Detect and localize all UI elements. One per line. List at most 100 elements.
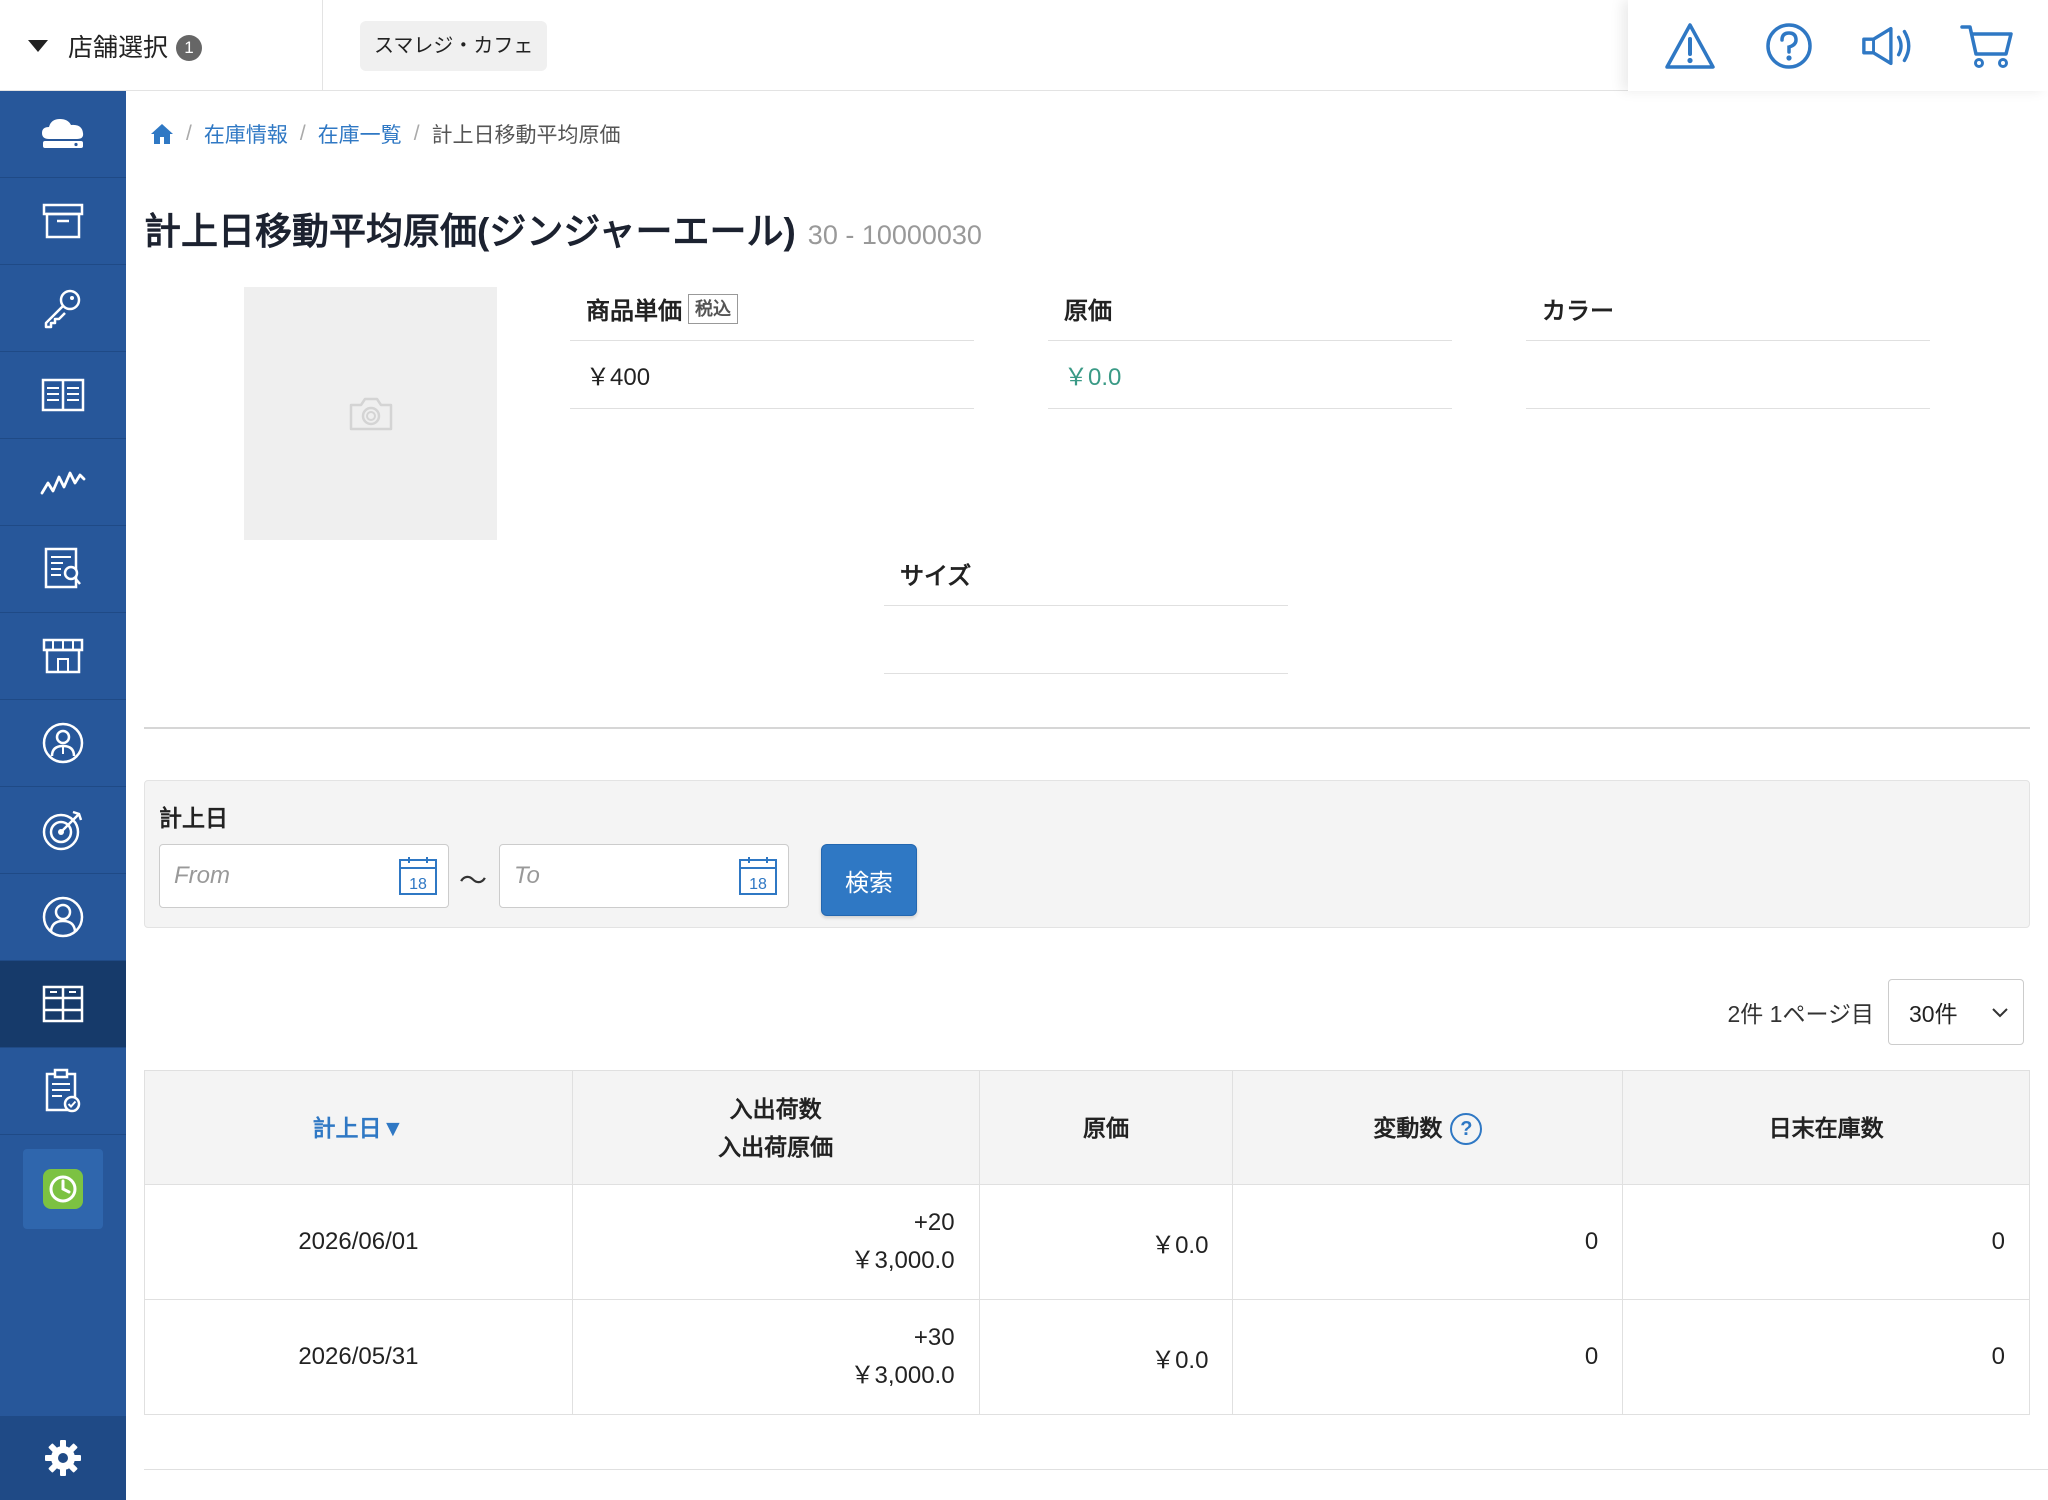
sidebar-item-clock[interactable] bbox=[0, 1135, 126, 1243]
help-icon[interactable] bbox=[1761, 18, 1817, 74]
search-button[interactable]: 検索 bbox=[821, 844, 917, 916]
sidebar-item-target[interactable] bbox=[0, 787, 126, 874]
warning-icon[interactable] bbox=[1662, 18, 1718, 74]
sidebar-item-report[interactable] bbox=[0, 526, 126, 613]
per-page-value: 30件 bbox=[1909, 1001, 1958, 1027]
chart-icon bbox=[40, 471, 86, 495]
cloud-icon bbox=[42, 119, 84, 148]
settings-button[interactable] bbox=[0, 1416, 126, 1500]
from-date-field[interactable]: From 18 bbox=[159, 844, 449, 908]
column-header-qty-line2: 入出荷原価 bbox=[718, 1133, 834, 1160]
breadcrumb-current: 計上日移動平均原価 bbox=[431, 124, 621, 147]
sidebar-item-customer[interactable] bbox=[0, 874, 126, 961]
attr-price-label: 商品単価 税込 bbox=[570, 277, 974, 341]
cell-change: 0 bbox=[1232, 1184, 1624, 1300]
cell-qty: +30 ￥3,000.0 bbox=[571, 1299, 980, 1415]
section-divider bbox=[144, 727, 2030, 729]
column-header-qty: 入出荷数 入出荷原価 bbox=[571, 1070, 980, 1185]
customer-icon bbox=[42, 896, 84, 938]
store-count-badge: 1 bbox=[176, 34, 203, 61]
breadcrumb: / 在庫情報 / 在庫一覧 / 計上日移動平均原価 bbox=[150, 119, 621, 149]
archive-icon bbox=[42, 203, 84, 239]
cell-change: 0 bbox=[1232, 1299, 1624, 1415]
filter-label: 計上日 bbox=[159, 805, 228, 831]
clock-button[interactable] bbox=[23, 1149, 103, 1229]
sidebar-item-key[interactable] bbox=[0, 265, 126, 352]
breadcrumb-separator: / bbox=[299, 122, 306, 145]
sidebar-nav bbox=[0, 91, 126, 1500]
attr-price: 商品単価 税込 ￥400 bbox=[570, 277, 974, 409]
price-value: ￥400 bbox=[570, 341, 974, 409]
cell-end-stock: 0 bbox=[1622, 1299, 2030, 1415]
per-page-select[interactable]: 30件 bbox=[1888, 979, 2024, 1045]
announcement-icon[interactable] bbox=[1860, 18, 1916, 74]
size-label: サイズ bbox=[884, 542, 1288, 606]
date-filter-panel: 計上日 From 18 ～ To 18 検索 bbox=[144, 780, 2030, 928]
cell-qty: +20 ￥3,000.0 bbox=[571, 1184, 980, 1300]
sidebar-item-cloud[interactable] bbox=[0, 91, 126, 178]
column-header-end-stock: 日末在庫数 bbox=[1622, 1070, 2030, 1185]
product-image-placeholder bbox=[244, 287, 497, 540]
sidebar-item-inventory[interactable] bbox=[0, 961, 126, 1048]
cost-label: 原価 bbox=[1048, 277, 1452, 341]
store-icon bbox=[42, 638, 84, 674]
cell-end-stock: 0 bbox=[1622, 1184, 2030, 1300]
cost-value: ￥0.0 bbox=[1048, 341, 1452, 409]
report-icon bbox=[44, 547, 81, 589]
top-bar: 店舗選択 1 スマレジ・カフェ bbox=[0, 0, 2048, 91]
calendar-icon[interactable]: 18 bbox=[738, 856, 778, 896]
page-title-text: 計上日移動平均原価(ジンジャーエール) bbox=[144, 211, 796, 252]
breadcrumb-link-stock-list[interactable]: 在庫一覧 bbox=[318, 119, 402, 149]
column-header-qty-line1: 入出荷数 bbox=[729, 1095, 822, 1122]
cell-date: 2026/06/01 bbox=[144, 1184, 573, 1300]
calendar-day-text: 18 bbox=[409, 876, 427, 893]
color-label: カラー bbox=[1526, 277, 1930, 341]
store-select-dropdown[interactable]: 店舗選択 1 bbox=[0, 0, 323, 91]
from-date-placeholder: From bbox=[174, 862, 230, 889]
sidebar-item-chart[interactable] bbox=[0, 439, 126, 526]
result-summary: 2件 1ページ目 bbox=[1727, 1001, 1874, 1027]
column-header-change: 変動数? bbox=[1232, 1070, 1624, 1185]
breadcrumb-link-stock-info[interactable]: 在庫情報 bbox=[204, 119, 288, 149]
to-date-field[interactable]: To 18 bbox=[499, 844, 789, 908]
color-value bbox=[1526, 341, 1930, 409]
breadcrumb-separator: / bbox=[186, 122, 192, 145]
store-select-label: 店舗選択 bbox=[68, 33, 169, 62]
column-header-change-label: 変動数 bbox=[1373, 1114, 1443, 1141]
cell-date: 2026/05/31 bbox=[144, 1299, 573, 1415]
attr-size: サイズ bbox=[884, 542, 1288, 674]
caret-down-icon bbox=[28, 39, 48, 52]
cell-cost: ￥0.0 bbox=[978, 1299, 1234, 1415]
cart-icon[interactable] bbox=[1959, 18, 2015, 74]
cell-cost: ￥0.0 bbox=[978, 1184, 1234, 1300]
key-icon bbox=[44, 289, 81, 329]
table-row: 2026/06/01 +20 ￥3,000.0 ￥0.0 0 0 bbox=[144, 1184, 2030, 1300]
footer-divider bbox=[144, 1469, 2048, 1470]
pager: 2件 1ページ目 30件 bbox=[1727, 979, 2024, 1045]
top-icon-group bbox=[1628, 0, 2048, 91]
calendar-icon[interactable]: 18 bbox=[398, 856, 438, 896]
column-header-cost: 原価 bbox=[978, 1070, 1234, 1185]
sidebar-item-store[interactable] bbox=[0, 613, 126, 700]
cost-history-table: 計上日▼ 入出荷数 入出荷原価 原価 変動数? 日末在庫数 2026/06/01… bbox=[144, 1070, 2030, 1415]
chevron-down-icon bbox=[1992, 1008, 2008, 1018]
sidebar-item-archive[interactable] bbox=[0, 178, 126, 265]
sidebar-item-staff[interactable] bbox=[0, 700, 126, 787]
inventory-icon bbox=[42, 985, 84, 1023]
breadcrumb-separator: / bbox=[413, 122, 420, 145]
cell-qty-count: +30 bbox=[913, 1324, 955, 1351]
question-icon[interactable]: ? bbox=[1450, 1113, 1483, 1146]
column-header-date[interactable]: 計上日▼ bbox=[144, 1070, 573, 1185]
gear-icon bbox=[45, 1440, 81, 1476]
target-icon bbox=[42, 810, 83, 851]
attr-color: カラー bbox=[1526, 277, 1930, 409]
current-store-chip: スマレジ・カフェ bbox=[360, 21, 548, 71]
sidebar-item-book[interactable] bbox=[0, 352, 126, 439]
sidebar-item-clipboard[interactable] bbox=[0, 1048, 126, 1135]
home-icon[interactable] bbox=[150, 123, 174, 145]
main-content: / 在庫情報 / 在庫一覧 / 計上日移動平均原価 計上日移動平均原価(ジンジャ… bbox=[126, 91, 2048, 1500]
attr-cost: 原価 ￥0.0 bbox=[1048, 277, 1452, 409]
clock-icon bbox=[43, 1169, 83, 1209]
size-value bbox=[884, 606, 1288, 674]
camera-icon bbox=[349, 397, 392, 430]
